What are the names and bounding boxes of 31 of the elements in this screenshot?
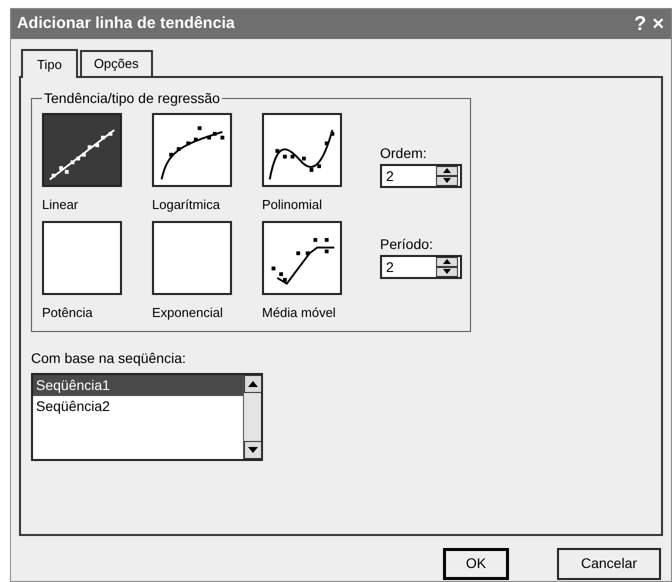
option-label: Média móvel <box>262 304 336 322</box>
tab[interactable]: Tipo <box>21 49 78 78</box>
list-label: Com base na seqüência: <box>31 348 187 368</box>
series-list[interactable]: Seqüência1 Seqüência2 <box>31 372 263 460</box>
dialog-button[interactable]: OK <box>443 548 509 580</box>
option-label: Exponencial <box>152 304 223 322</box>
spinner-label: Ordem: <box>380 144 428 162</box>
up-arrow-icon <box>248 380 258 386</box>
window-title: Adicionar linha de tendência <box>16 14 236 34</box>
option-label: Linear <box>42 196 78 214</box>
list-item[interactable]: Seqüência2 <box>33 396 243 416</box>
option-label: Potência <box>42 304 93 322</box>
option-label: Logarítmica <box>152 196 220 214</box>
scroll-up-button[interactable] <box>244 374 262 392</box>
tab[interactable]: Opções <box>80 50 153 76</box>
scroll-down-button[interactable] <box>244 440 262 458</box>
list-item[interactable]: Seqüência1 <box>33 374 243 396</box>
help-button[interactable]: ? <box>631 14 650 34</box>
spinner-label: Período: <box>380 234 434 254</box>
trend-type-tile[interactable] <box>262 220 342 294</box>
trend-type-tile[interactable] <box>152 112 232 186</box>
trend-type-tile[interactable] <box>262 112 342 186</box>
dialog-button[interactable]: Cancelar <box>557 548 661 580</box>
trend-type-tile[interactable] <box>42 112 122 186</box>
option-label: Polinomial <box>262 196 322 214</box>
down-arrow-icon <box>248 446 258 452</box>
close-button[interactable]: × <box>649 14 667 34</box>
scrollbar[interactable] <box>243 374 261 458</box>
group-title: Tendência/tipo de regressão <box>43 88 221 108</box>
trend-type-tile[interactable] <box>42 220 122 294</box>
trend-type-tile[interactable] <box>152 220 232 294</box>
